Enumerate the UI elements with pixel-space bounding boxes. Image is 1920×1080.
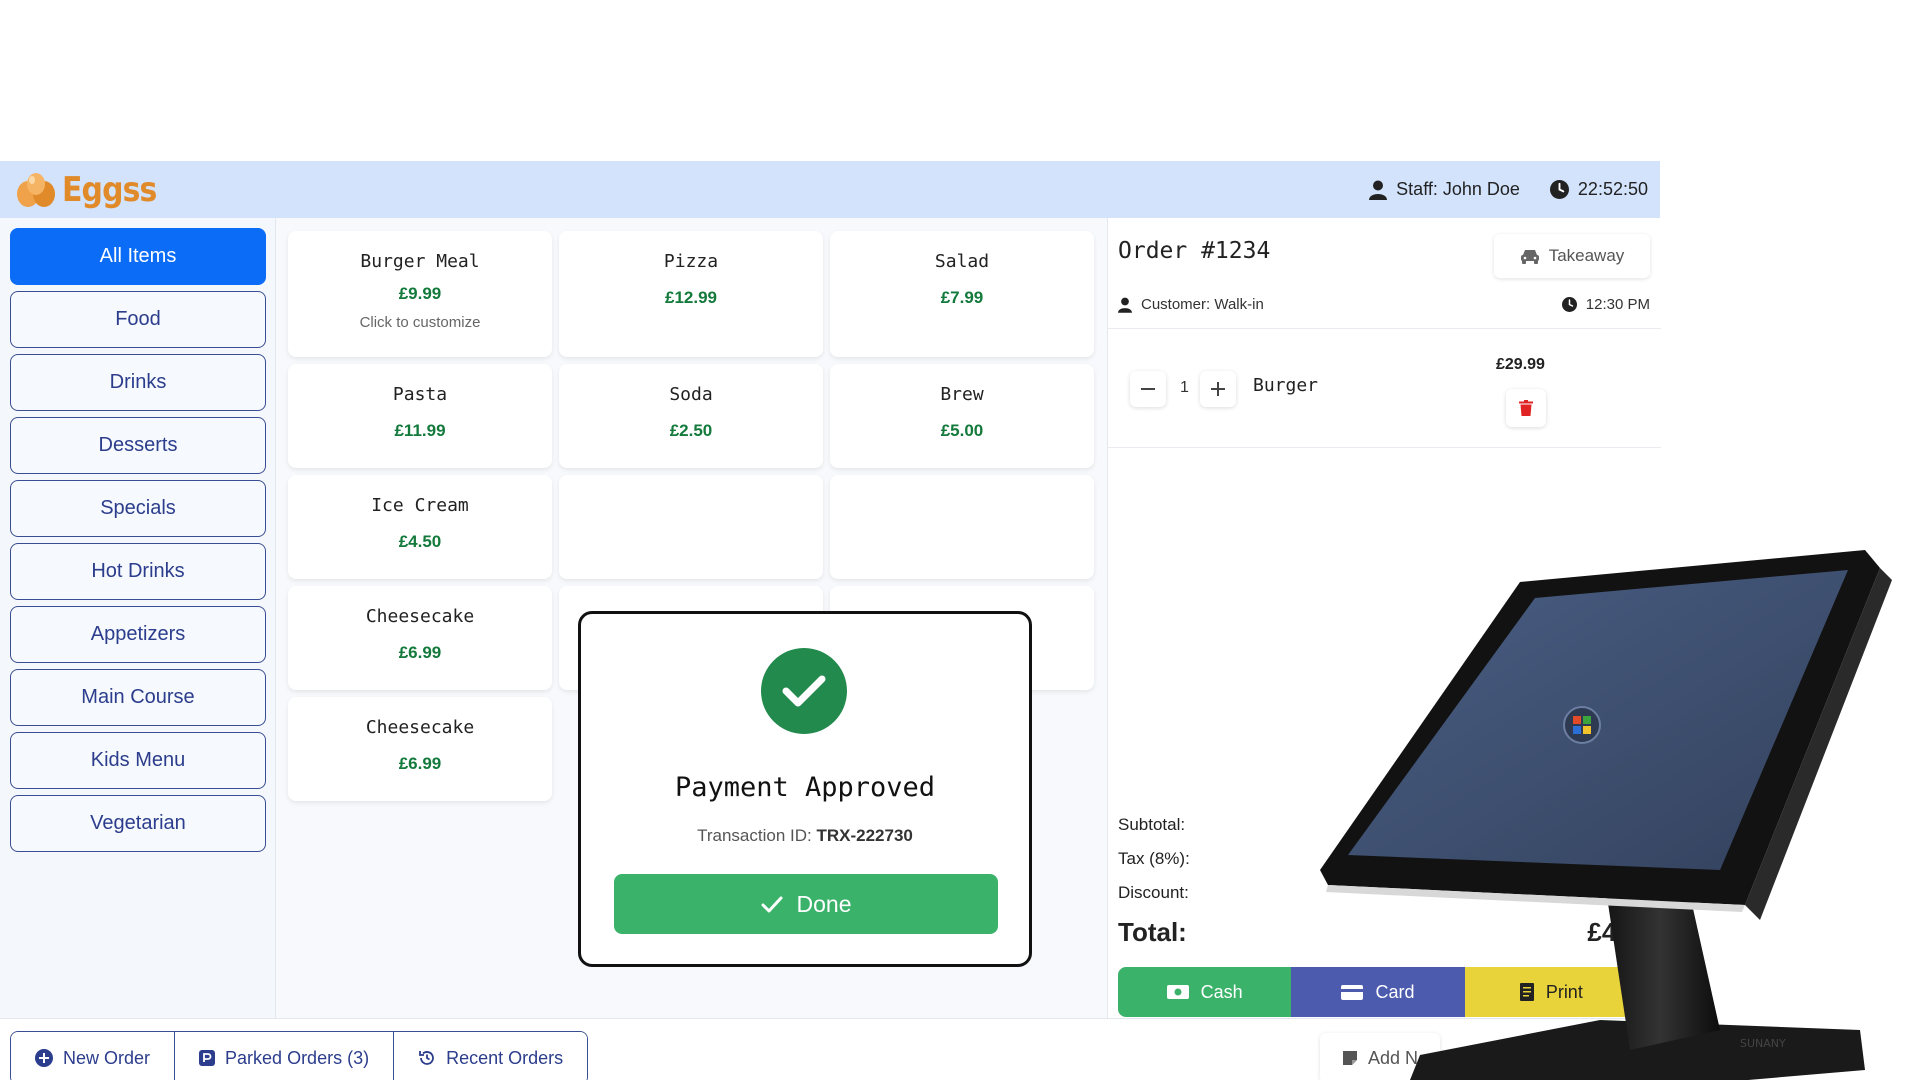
product-price: £5.00: [940, 421, 984, 440]
product-card[interactable]: Pizza £12.99: [559, 231, 823, 357]
cash-button[interactable]: Cash: [1118, 967, 1292, 1017]
device-brand: SUNANY: [1740, 1037, 1786, 1050]
product-name: Soda: [669, 384, 713, 405]
category-desserts[interactable]: Desserts: [10, 417, 266, 474]
order-line-item: 1 Burger £29.99: [1108, 328, 1661, 448]
category-sidebar: All Items Food Drinks Desserts Specials …: [0, 218, 276, 1018]
product-name: Brew: [940, 384, 984, 405]
parking-icon: [199, 1050, 216, 1066]
product-card[interactable]: Pasta £11.99: [288, 364, 552, 468]
done-button[interactable]: Done: [614, 874, 998, 934]
product-card[interactable]: Cheesecake £6.99: [288, 586, 552, 690]
product-price: £6.99: [398, 754, 442, 773]
minus-icon: [1141, 388, 1155, 390]
discount-label: Discount:: [1118, 883, 1189, 902]
category-all-items[interactable]: All Items: [10, 228, 266, 285]
logo-text: Eggss: [62, 169, 157, 210]
car-icon: [1520, 250, 1539, 264]
product-price: £9.99: [398, 284, 442, 303]
category-hot-drinks[interactable]: Hot Drinks: [10, 543, 266, 600]
clock-icon: [1561, 297, 1577, 312]
item-price: £29.99: [1496, 356, 1545, 373]
product-card[interactable]: Brew £5.00: [830, 364, 1094, 468]
transaction-label: Transaction ID:: [697, 826, 812, 845]
product-name: Cheesecake: [365, 717, 475, 738]
new-order-label: New Order: [63, 1047, 151, 1068]
payment-approved-dialog: Payment Approved Transaction ID: TRX-222…: [578, 611, 1032, 967]
product-price: £12.99: [665, 288, 717, 307]
item-quantity: 1: [1180, 379, 1189, 396]
product-price: £11.99: [394, 421, 446, 440]
product-name: Pasta: [392, 384, 448, 405]
dialog-title: Payment Approved: [674, 772, 936, 803]
decrease-qty-button[interactable]: [1130, 371, 1166, 407]
increase-qty-button[interactable]: [1200, 371, 1236, 407]
product-price: £4.50: [398, 532, 442, 551]
item-name: Burger: [1253, 375, 1319, 396]
product-price: £7.99: [940, 288, 984, 307]
user-icon: [1369, 180, 1388, 200]
product-price: £6.99: [398, 643, 442, 662]
product-card[interactable]: Soda £2.50: [559, 364, 823, 468]
plus-icon: [1211, 382, 1225, 396]
order-time: 12:30 PM: [1585, 296, 1650, 313]
current-time: 22:52:50: [1577, 179, 1648, 199]
product-name: Cheesecake: [365, 606, 475, 627]
eggs-logo-icon: [17, 172, 55, 207]
delete-item-button[interactable]: [1506, 389, 1546, 427]
product-name: Ice Cream: [371, 495, 469, 516]
cash-label: Cash: [1200, 981, 1243, 1002]
windows-logo-icon: [1563, 706, 1601, 744]
transaction-id: TRX-222730: [816, 826, 913, 845]
history-icon: [419, 1051, 434, 1065]
recent-orders-label: Recent Orders: [446, 1047, 564, 1068]
product-card[interactable]: [830, 475, 1094, 579]
product-card[interactable]: Ice Cream £4.50: [288, 475, 552, 579]
product-card[interactable]: Cheesecake £6.99: [288, 697, 552, 801]
customer-name: Customer: Walk-in: [1141, 296, 1264, 313]
product-card[interactable]: [559, 475, 823, 579]
clock-icon: [1549, 180, 1569, 199]
subtotal-label: Subtotal:: [1118, 815, 1186, 834]
category-main-course[interactable]: Main Course: [10, 669, 266, 726]
category-kids-menu[interactable]: Kids Menu: [10, 732, 266, 789]
transaction-info: Transaction ID: TRX-222730: [581, 826, 1029, 846]
cash-icon: [1166, 985, 1189, 999]
category-appetizers[interactable]: Appetizers: [10, 606, 266, 663]
logo: Eggss: [14, 170, 169, 210]
category-specials[interactable]: Specials: [10, 480, 266, 537]
tax-label: Tax (8%):: [1118, 849, 1190, 868]
new-order-button[interactable]: New Order: [11, 1032, 175, 1080]
category-vegetarian[interactable]: Vegetarian: [10, 795, 266, 852]
staff-name: Staff: John Doe: [1396, 179, 1520, 199]
takeaway-label: Takeaway: [1548, 246, 1625, 265]
product-name: Salad: [934, 251, 990, 272]
top-header: Eggss Staff: John Doe 22:52:50: [0, 161, 1660, 218]
category-drinks[interactable]: Drinks: [10, 354, 266, 411]
pos-terminal-image: SUNANY: [1320, 550, 1892, 1080]
recent-orders-button[interactable]: Recent Orders: [393, 1032, 588, 1080]
user-icon: [1118, 297, 1132, 313]
parked-orders-button[interactable]: Parked Orders (3): [174, 1032, 394, 1080]
parked-orders-label: Parked Orders (3): [225, 1047, 370, 1068]
check-icon: [761, 896, 782, 912]
product-card[interactable]: Salad £7.99: [830, 231, 1094, 357]
trash-icon: [1519, 400, 1533, 416]
plus-circle-icon: [35, 1049, 53, 1067]
order-title: Order #1234: [1118, 238, 1271, 264]
product-name: Pizza: [663, 251, 719, 272]
total-label: Total:: [1118, 916, 1187, 947]
done-label: Done: [796, 890, 852, 917]
product-name: Burger Meal: [360, 251, 480, 272]
product-hint: Click to customize: [359, 314, 481, 331]
category-food[interactable]: Food: [10, 291, 266, 348]
success-check-icon: [761, 648, 847, 734]
product-card[interactable]: Burger Meal £9.99 Click to customize: [288, 231, 552, 357]
takeaway-button[interactable]: Takeaway: [1494, 234, 1650, 278]
product-price: £2.50: [669, 421, 713, 440]
